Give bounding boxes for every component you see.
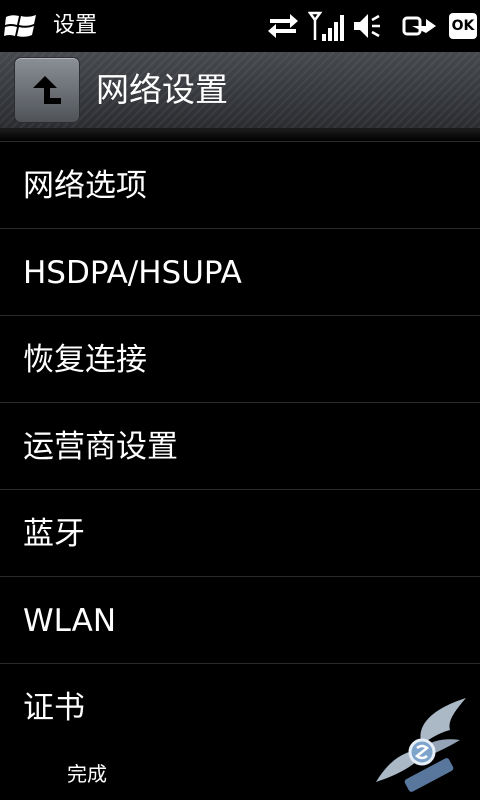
menu-item-carrier-settings[interactable]: 运营商设置: [0, 403, 480, 490]
status-bar: 设置 OK: [0, 0, 480, 52]
title-bar: 网络设置: [0, 52, 480, 129]
windows-start-icon[interactable]: [4, 10, 38, 42]
data-transfer-icon: [268, 14, 298, 38]
settings-menu-list: 网络选项 HSDPA/HSUPA 恢复连接 运营商设置 蓝牙 WLAN 证书: [0, 141, 480, 750]
menu-item-label: WLAN: [23, 603, 117, 639]
done-softkey[interactable]: 完成: [67, 761, 107, 787]
menu-item-label: 网络选项: [23, 168, 147, 204]
back-button[interactable]: [14, 57, 80, 123]
menu-item-network-options[interactable]: 网络选项: [0, 142, 480, 229]
page-title: 网络设置: [96, 70, 228, 109]
winged-logo-watermark: [376, 698, 466, 792]
menu-item-bluetooth[interactable]: 蓝牙: [0, 490, 480, 577]
menu-item-label: 证书: [23, 690, 85, 726]
back-up-arrow-icon: [33, 76, 61, 104]
menu-item-label: 蓝牙: [23, 516, 85, 552]
power-icon: [402, 16, 436, 36]
menu-item-restore-connection[interactable]: 恢复连接: [0, 316, 480, 403]
menu-item-hsdpa-hsupa[interactable]: HSDPA/HSUPA: [0, 229, 480, 316]
status-bar-title: 设置: [53, 13, 98, 38]
volume-icon: [354, 14, 380, 38]
header-divider: [0, 129, 480, 141]
menu-item-label: 运营商设置: [23, 429, 178, 465]
menu-item-label: 恢复连接: [23, 342, 147, 378]
menu-item-wlan[interactable]: WLAN: [0, 577, 480, 664]
ok-button[interactable]: OK: [449, 13, 477, 39]
menu-item-label: HSDPA/HSUPA: [23, 255, 242, 291]
signal-strength-icon: [308, 11, 344, 41]
